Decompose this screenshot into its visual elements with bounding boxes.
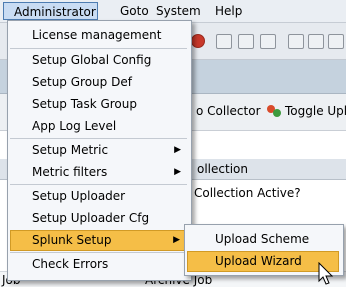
grid-header-label: ollection [197,162,248,176]
menu-item-label: Upload Scheme [215,232,310,246]
menu-item-check-errors[interactable]: Check Errors [10,254,187,275]
menu-item-label: License management [32,28,162,42]
menu-item-label: Splunk Setup [32,233,112,247]
menu-item-label: App Log Level [32,119,117,133]
find-icon[interactable] [238,34,254,49]
menu-item-label: Setup Global Config [32,53,152,67]
menu-separator [10,138,187,139]
menu-item-label: Setup Group Def [32,75,132,89]
menu-item-label: Metric filters [32,165,108,179]
menu-item-metric-filters[interactable]: Metric filters ▶ [10,162,187,183]
menu-separator [10,252,187,253]
menu-separator [10,184,187,185]
menu-help[interactable]: Help [215,4,242,19]
mouse-pointer-icon [318,262,334,285]
toggle-upload-button[interactable]: Toggle Uplo [285,104,346,118]
previous-page-icon[interactable] [308,34,324,49]
menu-item-label: Setup Uploader [32,189,126,203]
first-page-icon[interactable] [288,34,304,49]
menu-item-setup-task-group[interactable]: Setup Task Group [10,94,187,115]
administrator-dropdown-menu: License management Setup Global Config S… [7,20,192,281]
cancel-icon[interactable] [191,34,205,48]
grid-row-label: Collection Active? [194,186,301,200]
menu-item-label: Upload Wizard [215,254,302,268]
menu-separator [10,48,187,49]
menu-item-app-log-level[interactable]: App Log Level [10,116,187,137]
menu-item-label: Check Errors [32,257,109,271]
collector-button[interactable]: o Collector [196,104,261,118]
menu-item-label: Setup Uploader Cfg [32,211,150,225]
toggle-upload-icon [267,105,281,117]
menu-item-setup-global-config[interactable]: Setup Global Config [10,50,187,71]
next-page-icon[interactable] [328,34,344,49]
menu-item-label: Setup Metric [32,143,109,157]
submenu-arrow-icon: ▶ [174,167,181,177]
menu-item-setup-metric[interactable]: Setup Metric ▶ [10,140,187,161]
menu-goto[interactable]: Goto [120,4,149,19]
menu-item-splunk-setup[interactable]: Splunk Setup ▶ [10,230,187,251]
menu-item-license-management[interactable]: License management [10,25,187,46]
menu-item-setup-uploader[interactable]: Setup Uploader [10,186,187,207]
menu-item-setup-uploader-cfg[interactable]: Setup Uploader Cfg [10,208,187,229]
submenu-arrow-icon: ▶ [174,145,181,155]
print-icon[interactable] [216,34,232,49]
find-next-icon[interactable] [260,34,276,49]
menu-system[interactable]: System [156,4,201,19]
menu-administrator[interactable]: Administrator [3,2,98,20]
menu-item-label: Setup Task Group [32,97,137,111]
submenu-item-upload-scheme[interactable]: Upload Scheme [187,229,339,250]
submenu-arrow-icon: ▶ [173,235,180,245]
menu-item-setup-group-def[interactable]: Setup Group Def [10,72,187,93]
